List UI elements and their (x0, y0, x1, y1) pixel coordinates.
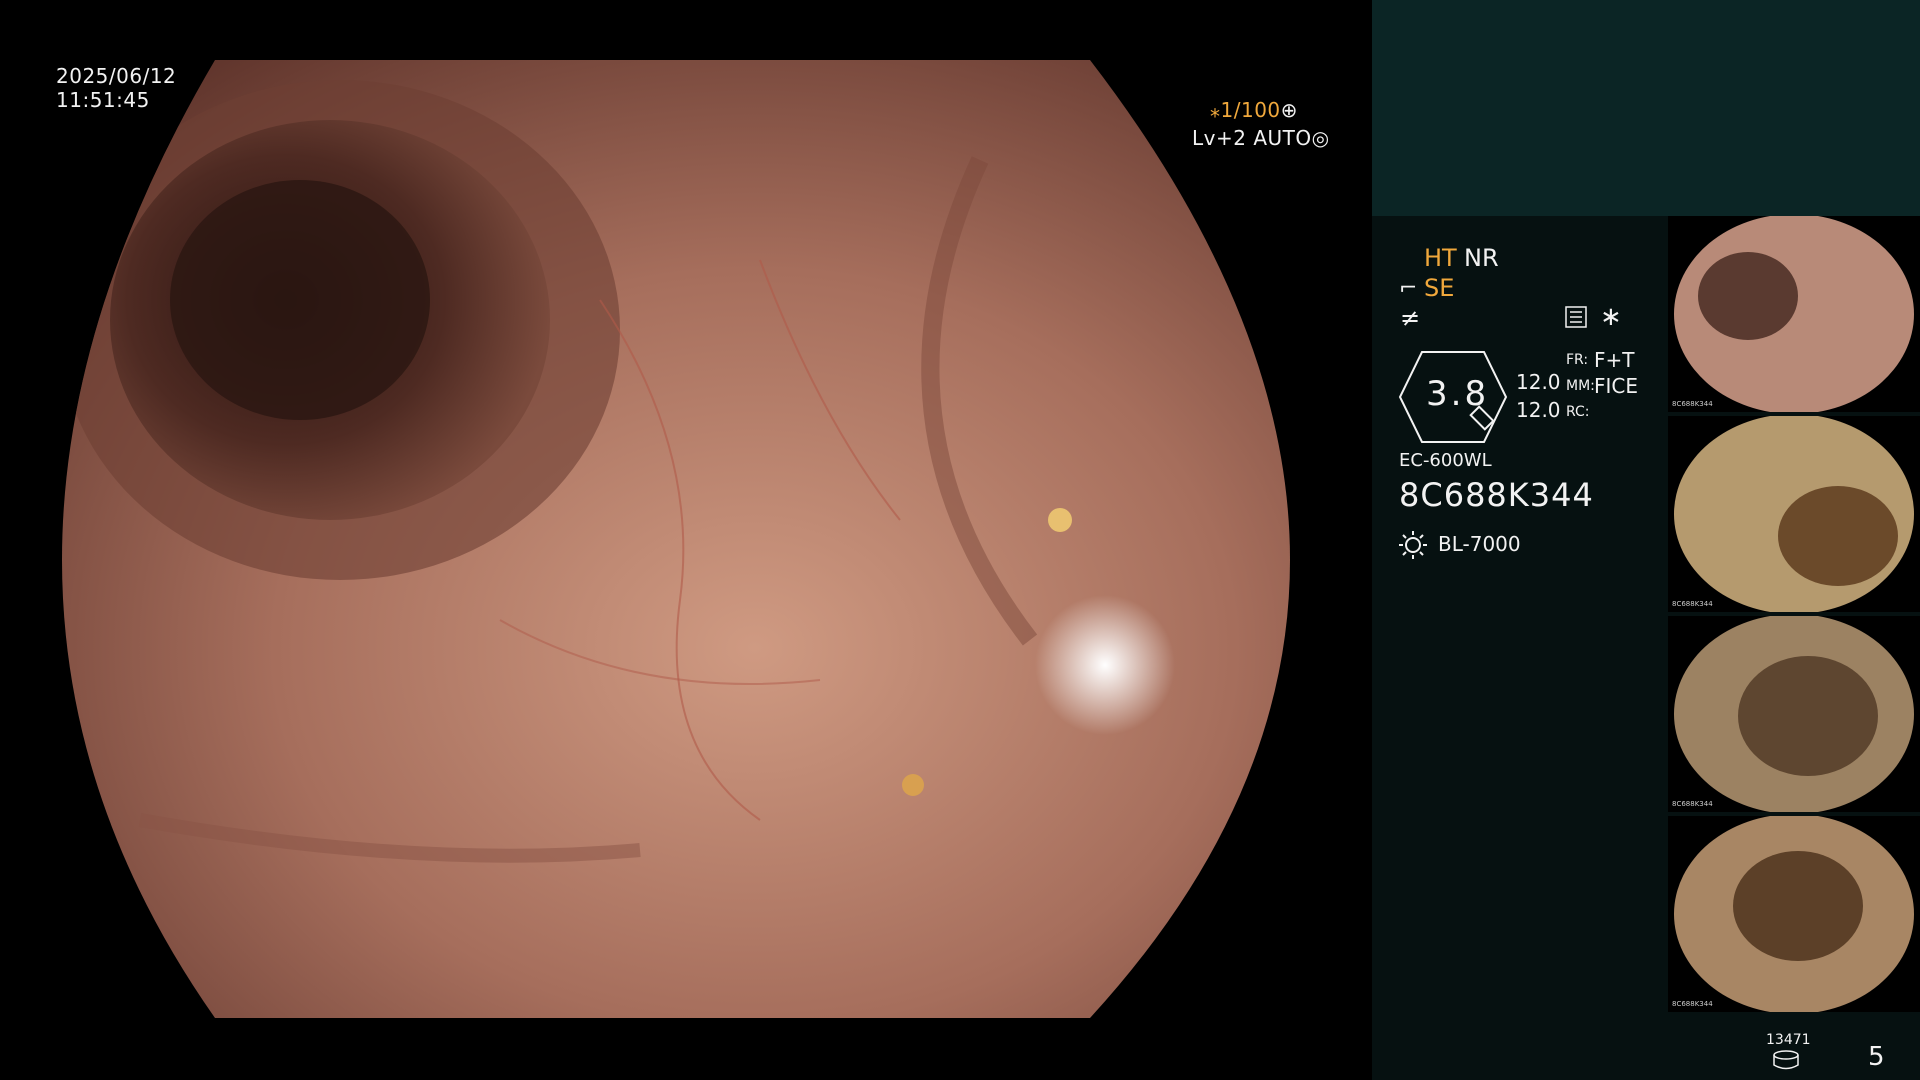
thumbnail[interactable]: 8C688K344 (1668, 416, 1920, 612)
thumbnail-image (1674, 416, 1914, 612)
asterisk-indicator: ∗ (1600, 302, 1622, 332)
time-display: 11:51:45 (56, 88, 150, 112)
shutter-value: ⁎1/100 (1210, 98, 1281, 122)
thumbnail-lumen (1738, 656, 1878, 776)
thumbnail[interactable]: 8C688K344 (1668, 616, 1920, 812)
fr-label: FR: (1566, 352, 1589, 368)
freeze-icon: ≠ (1400, 304, 1421, 332)
storage-icon (1773, 1050, 1799, 1070)
date-display: 2025/06/12 (56, 64, 177, 88)
thumbnail-lumen (1733, 851, 1863, 961)
endoscope-image (62, 60, 1290, 1018)
scope-model: EC-600WL (1399, 450, 1492, 471)
fr-value: F+T (1594, 348, 1635, 372)
thumbnail-serial: 8C688K344 (1672, 600, 1713, 608)
mm-value: FICE (1594, 374, 1639, 398)
image-counter: 13471 (1766, 1032, 1811, 1048)
thumbnail-image (1674, 216, 1914, 412)
light-source-model: BL-7000 (1438, 532, 1521, 556)
shutter-wheel-icon: ⊕ (1280, 98, 1298, 122)
iris-icon: ◎ (1311, 126, 1330, 150)
thumbnail-lumen (1778, 486, 1898, 586)
structure-enhance-icon: ⌐ (1399, 276, 1418, 301)
iris-value: Lv+2 AUTO (1192, 126, 1312, 150)
mm-label: MM: (1566, 378, 1595, 394)
setting-value-1: 12.0 (1516, 370, 1561, 394)
thumbnail-serial: 8C688K344 (1672, 400, 1713, 408)
settings-menu-icon (1565, 306, 1587, 328)
rc-label: RC: (1566, 404, 1590, 420)
setting-value-2: 12.0 (1516, 398, 1561, 422)
page-number: 5 (1868, 1042, 1885, 1072)
thumbnail-lumen (1698, 252, 1798, 340)
thumbnail-serial: 8C688K344 (1672, 800, 1713, 808)
zoom-value: 3.8 (1426, 374, 1490, 414)
panel-header-area (1372, 0, 1920, 216)
ht-indicator: HT (1424, 244, 1457, 272)
shutter-speed: ⁎1/100⊕ (1210, 98, 1360, 122)
endoscope-viewer: 2025/06/12 11:51:45 ⁎1/100⊕ Lv+2 AUTO◎ (0, 0, 1372, 1080)
iris-mode: Lv+2 AUTO◎ (1192, 126, 1372, 150)
thumbnail-image (1674, 816, 1914, 1012)
thumbnail[interactable]: 8C688K344 (1668, 216, 1920, 412)
scope-serial: 8C688K344 (1399, 476, 1594, 514)
thumbnail-strip: 8C688K344 8C688K344 8C688K344 8C688K344 (1668, 216, 1920, 1016)
se-indicator: SE (1424, 274, 1455, 302)
thumbnail-serial: 8C688K344 (1672, 1000, 1713, 1008)
thumbnail-image (1674, 616, 1914, 812)
nr-indicator: NR (1464, 244, 1499, 272)
thumbnail[interactable]: 8C688K344 (1668, 816, 1920, 1012)
light-source-icon (1399, 531, 1427, 559)
status-panel: HT NR ⌐ SE ≠ ∗ 3.8 12.0 12.0 FR: F+T MM:… (1372, 0, 1920, 1080)
